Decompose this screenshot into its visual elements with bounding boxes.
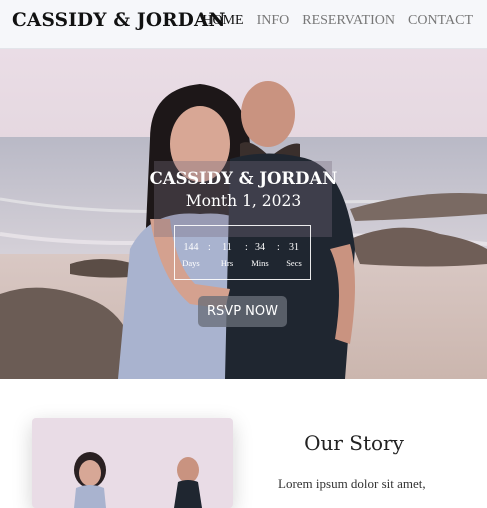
countdown-mins-label: Mins (251, 258, 269, 268)
countdown-secs-value: 31 (289, 242, 299, 253)
our-story-heading: Our Story (304, 431, 404, 455)
countdown-mins-value: 34 (255, 242, 265, 253)
nav-link-reservation[interactable]: RESERVATION (302, 13, 395, 29)
story-photo-card (32, 418, 233, 508)
nav-link-info[interactable]: INFO (257, 13, 290, 29)
countdown-hours-label: Hrs (220, 258, 234, 268)
countdown-days-label: Days (182, 258, 200, 268)
site-logo-text[interactable]: CASSIDY & JORDAN (12, 10, 226, 31)
countdown-secs-label: Secs (286, 258, 302, 268)
rsvp-now-button[interactable]: RSVP NOW (198, 296, 287, 327)
nav-link-contact[interactable]: CONTACT (408, 13, 473, 29)
countdown-timer: 144 : 11 : 34 : 31 Days Hrs Mins Secs (174, 225, 311, 280)
hero-couple-names: CASSIDY & JORDAN (149, 169, 338, 188)
countdown-days-value: 144 (183, 242, 199, 253)
story-photo (74, 452, 202, 508)
our-story-text: Lorem ipsum dolor sit amet, (278, 476, 426, 491)
hero-section: CASSIDY & JORDAN Month 1, 2023 144 : 11 … (0, 49, 487, 379)
main-nav: HOME INFO RESERVATION CONTACT (202, 13, 473, 29)
nav-link-home[interactable]: HOME (202, 13, 243, 29)
hero-wedding-date: Month 1, 2023 (185, 192, 302, 210)
site-header: CASSIDY & JORDAN HOME INFO RESERVATION C… (0, 0, 487, 49)
countdown-separator: : (208, 242, 211, 253)
countdown-hours-value: 11 (222, 242, 232, 253)
